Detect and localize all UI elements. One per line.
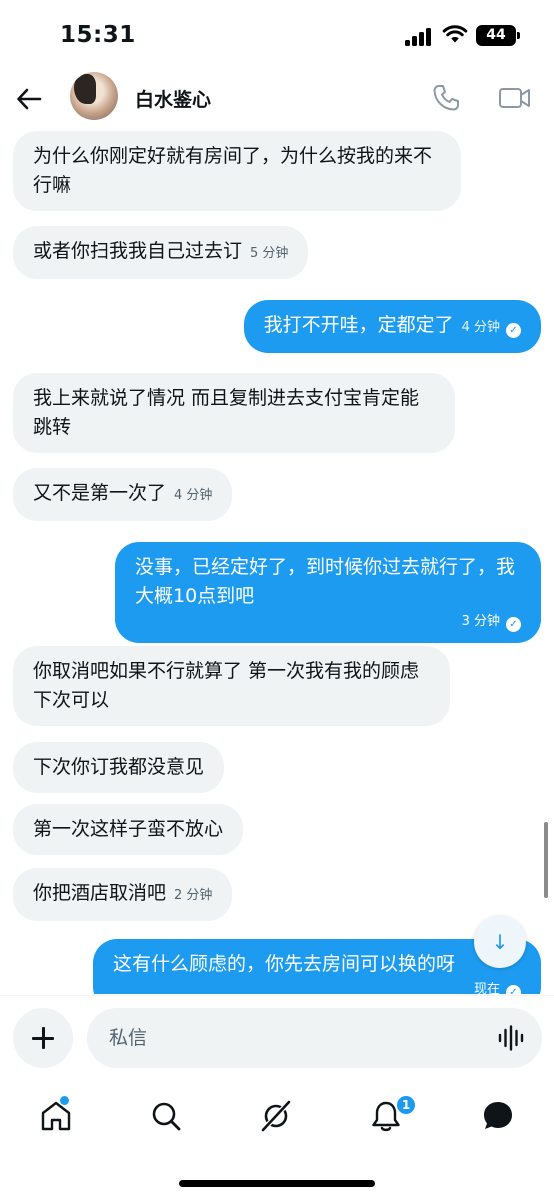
- message-bubble-incoming[interactable]: 你把酒店取消吧 2 分钟: [13, 868, 233, 921]
- message-bubble-incoming[interactable]: 下次你订我都没意见: [13, 742, 225, 793]
- message-bubble-incoming[interactable]: 为什么你刚定好就有房间了，为什么按我的来不行嘛: [13, 131, 461, 211]
- message-bubble-incoming[interactable]: 或者你扫我我自己过去订 5 分钟: [13, 226, 309, 279]
- message-bubble-incoming[interactable]: 又不是第一次了 4 分钟: [13, 468, 233, 521]
- message-text: 为什么你刚定好就有房间了，为什么按我的来不行嘛: [33, 145, 433, 196]
- message-time: 4 分钟: [174, 488, 213, 503]
- message-time: 现在: [473, 982, 500, 994]
- conversation-header: 白水鉴心: [0, 72, 554, 128]
- phone-icon[interactable]: [430, 82, 462, 114]
- read-check-icon: ✓: [506, 323, 521, 338]
- battery-icon: 44: [476, 25, 520, 46]
- message-text: 这有什么顾虑的，你先去房间可以换的呀: [113, 953, 456, 975]
- message-bubble-incoming[interactable]: 我上来就说了情况 而且复制进去支付宝肯定能跳转: [13, 373, 455, 453]
- video-icon[interactable]: [498, 84, 532, 112]
- message-bubble-outgoing[interactable]: 没事，已经定好了，到时候你过去就行了，我大概10点到吧 3 分钟 ✓: [115, 542, 541, 643]
- scrollbar[interactable]: [544, 822, 548, 898]
- message-text: 没事，已经定好了，到时候你过去就行了，我大概10点到吧: [135, 556, 516, 607]
- cellular-signal-icon: [405, 28, 433, 46]
- status-bar: 15:31 44: [0, 0, 554, 72]
- notification-badge: 1: [395, 1094, 417, 1116]
- scroll-down-icon[interactable]: ↓: [474, 916, 526, 968]
- message-text: 我打不开哇，定都定了: [263, 314, 454, 336]
- message-bubble-incoming[interactable]: 你取消吧如果不行就算了 第一次我有我的顾虑下次可以: [13, 646, 450, 726]
- message-text: 下次你订我都没意见: [33, 756, 205, 778]
- message-time: 5 分钟: [250, 246, 289, 261]
- status-time: 15:31: [60, 22, 136, 48]
- message-text: 我上来就说了情况 而且复制进去支付宝肯定能跳转: [33, 387, 420, 438]
- message-bubble-incoming[interactable]: 第一次这样子蛮不放心: [13, 804, 244, 855]
- read-check-icon: ✓: [506, 985, 521, 994]
- message-text: 或者你扫我我自己过去订: [33, 240, 243, 262]
- search-icon[interactable]: [148, 1098, 184, 1134]
- avatar[interactable]: [70, 72, 118, 120]
- home-icon[interactable]: [38, 1098, 74, 1134]
- message-thread[interactable]: 为什么你刚定好就有房间了，为什么按我的来不行嘛 或者你扫我我自己过去订 5 分钟 …: [0, 128, 554, 994]
- message-input-box[interactable]: [87, 1008, 542, 1068]
- home-unread-dot: [60, 1096, 69, 1105]
- messages-icon[interactable]: [480, 1098, 516, 1134]
- tab-bar: 1: [0, 1080, 554, 1152]
- plus-icon[interactable]: [13, 1008, 73, 1068]
- voice-icon[interactable]: [497, 1025, 525, 1051]
- read-check-icon: ✓: [506, 617, 521, 632]
- contact-name[interactable]: 白水鉴心: [135, 85, 211, 112]
- message-bubble-outgoing[interactable]: 我打不开哇，定都定了 4 分钟 ✓: [243, 300, 541, 353]
- message-text: 你把酒店取消吧: [33, 882, 167, 904]
- message-text: 第一次这样子蛮不放心: [33, 818, 224, 840]
- home-indicator: [179, 1180, 375, 1187]
- message-text: 你取消吧如果不行就算了 第一次我有我的顾虑下次可以: [33, 660, 420, 711]
- back-arrow-icon[interactable]: [14, 84, 44, 114]
- message-input[interactable]: [109, 1008, 479, 1068]
- message-text: 又不是第一次了: [33, 482, 167, 504]
- wifi-icon: [442, 25, 468, 43]
- message-time: 3 分钟: [461, 614, 500, 629]
- composer: [0, 995, 554, 1080]
- grok-icon[interactable]: [258, 1098, 294, 1134]
- message-time: 2 分钟: [174, 888, 213, 903]
- message-time: 4 分钟: [461, 320, 500, 335]
